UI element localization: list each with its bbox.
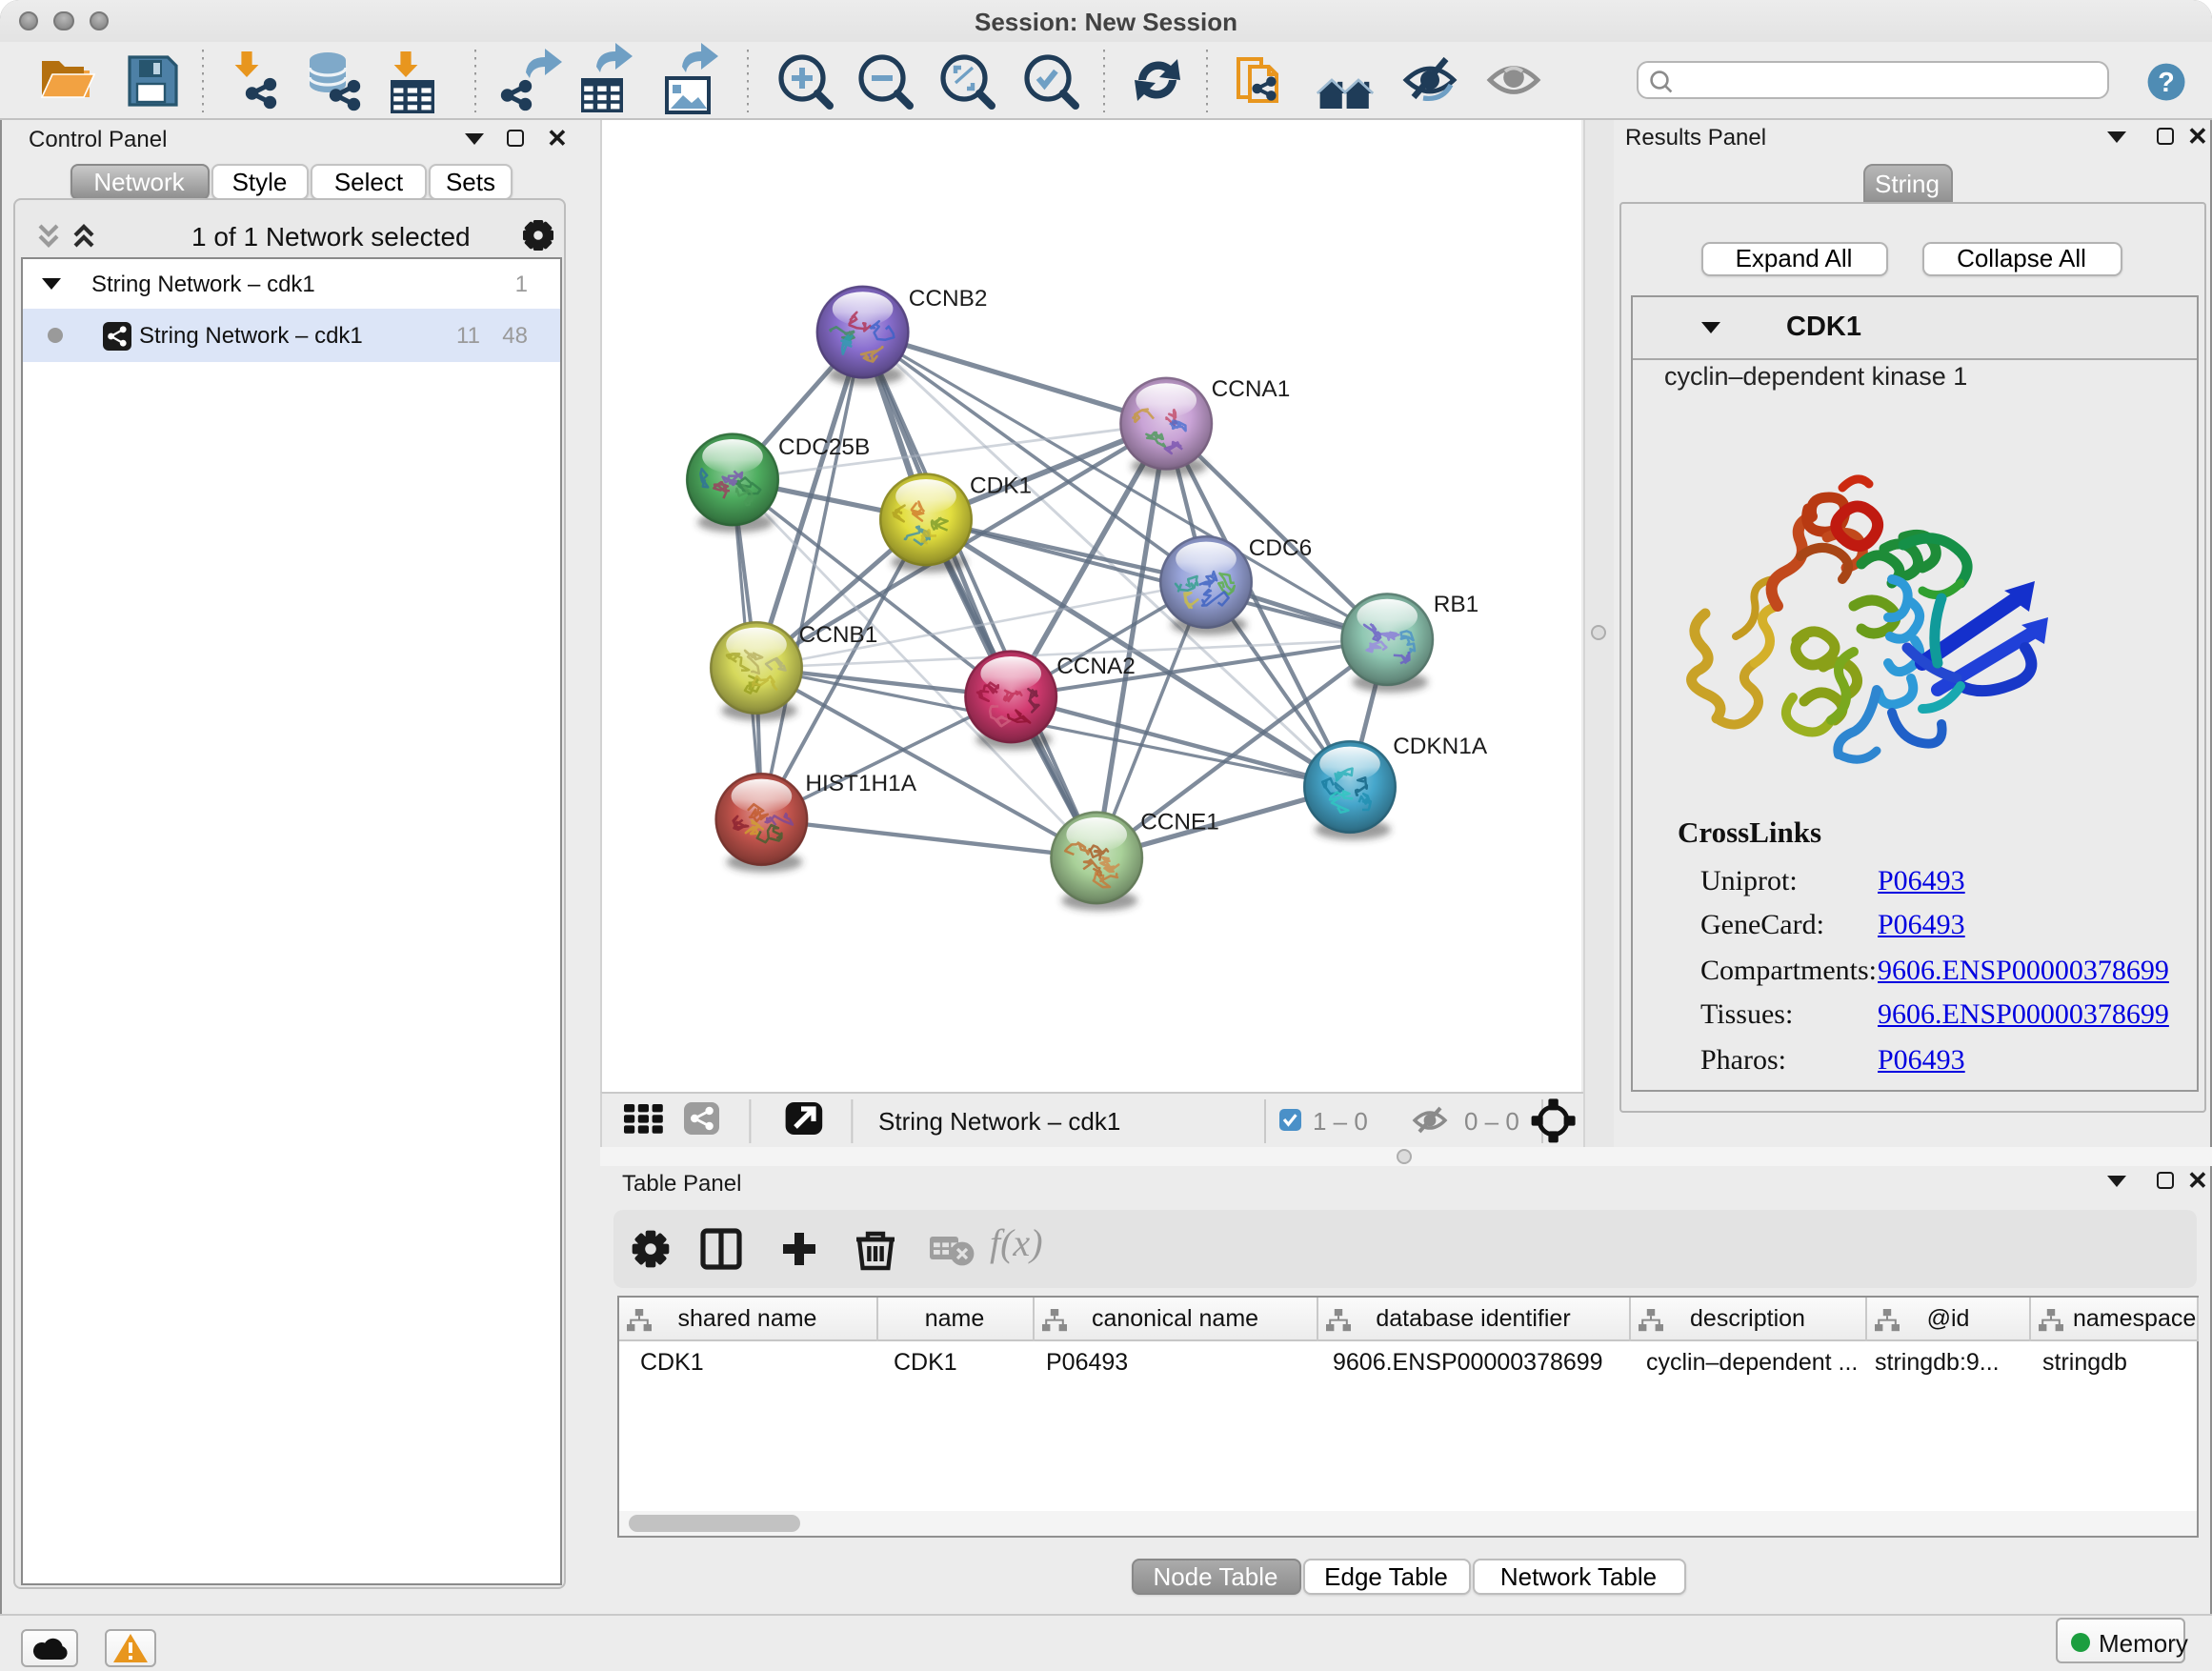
svg-text:RB1: RB1 <box>1434 592 1478 617</box>
svg-text:?: ? <box>2158 67 2175 97</box>
svg-text:CCNB1: CCNB1 <box>799 622 878 648</box>
svg-text:CCNB2: CCNB2 <box>909 286 988 312</box>
svg-text:0 – 0: 0 – 0 <box>1464 1107 1519 1136</box>
svg-text:HIST1H1A: HIST1H1A <box>805 771 916 796</box>
svg-text:CCNA1: CCNA1 <box>1212 376 1291 402</box>
svg-text:CDKN1A: CDKN1A <box>1393 734 1488 759</box>
svg-text:CDC25B: CDC25B <box>778 434 870 460</box>
svg-text:CCNA2: CCNA2 <box>1056 654 1136 679</box>
svg-text:CCNE1: CCNE1 <box>1140 809 1219 835</box>
svg-text:String Network – cdk1: String Network – cdk1 <box>878 1107 1120 1136</box>
svg-text:CDK1: CDK1 <box>970 473 1032 498</box>
svg-text:1 – 0: 1 – 0 <box>1313 1107 1368 1136</box>
svg-text:CDC6: CDC6 <box>1249 535 1312 561</box>
